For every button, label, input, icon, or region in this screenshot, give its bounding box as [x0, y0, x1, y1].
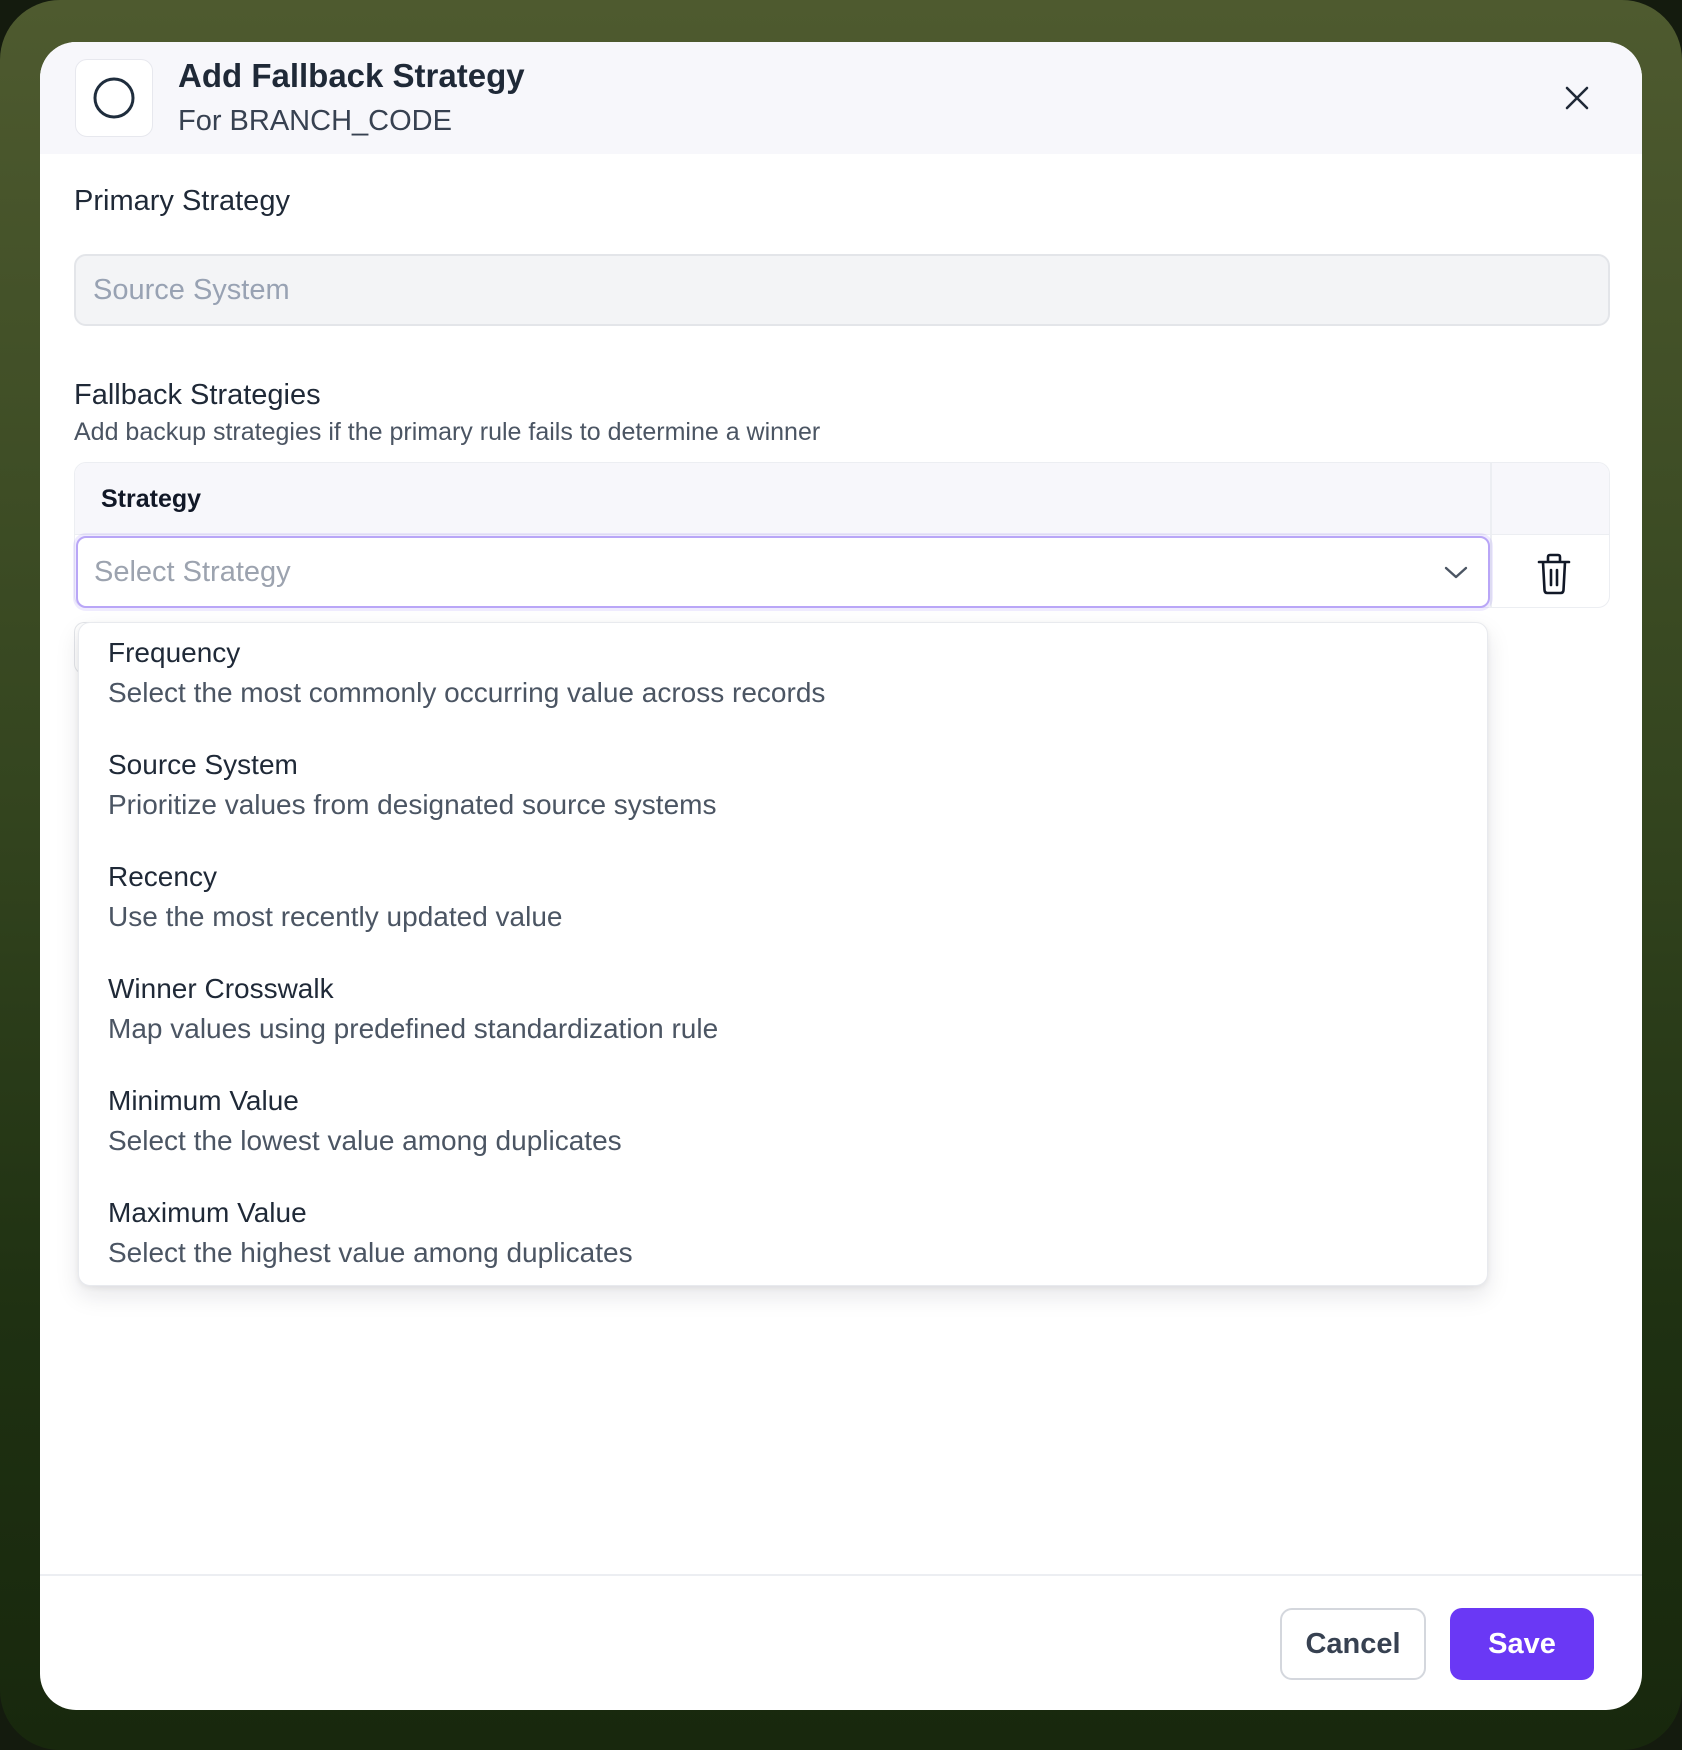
- dialog-title: Add Fallback Strategy: [178, 57, 525, 94]
- dialog-subtitle: For BRANCH_CODE: [178, 105, 452, 137]
- dropdown-option-winner-crosswalk[interactable]: Winner Crosswalk Map values using predef…: [79, 959, 1487, 1071]
- add-fallback-strategy-dialog: Add Fallback Strategy For BRANCH_CODE Pr…: [40, 42, 1642, 1710]
- primary-strategy-field: Source System: [74, 254, 1610, 326]
- table-header-row: Strategy: [75, 463, 1609, 535]
- primary-strategy-label: Primary Strategy: [74, 185, 290, 217]
- option-description: Map values using predefined standardizat…: [108, 1013, 719, 1044]
- dropdown-option-source-system[interactable]: Source System Prioritize values from des…: [79, 735, 1487, 847]
- option-description: Use the most recently updated value: [108, 901, 563, 932]
- table-column-divider: [1490, 463, 1492, 607]
- circle-icon: [93, 77, 135, 119]
- trash-icon: [1537, 553, 1571, 595]
- column-header-strategy: Strategy: [101, 485, 202, 513]
- delete-row-button[interactable]: [1534, 552, 1574, 596]
- fallback-helper-text: Add backup strategies if the primary rul…: [74, 418, 821, 446]
- option-title: Maximum Value: [108, 1197, 307, 1228]
- dropdown-option-frequency[interactable]: Frequency Select the most commonly occur…: [79, 623, 1487, 735]
- strategy-select[interactable]: Select Strategy: [76, 536, 1490, 608]
- footer-divider: [40, 1574, 1642, 1576]
- option-description: Select the lowest value among duplicates: [108, 1125, 622, 1156]
- save-button[interactable]: Save: [1450, 1608, 1594, 1680]
- primary-strategy-value: Source System: [93, 273, 290, 306]
- fallback-strategies-label: Fallback Strategies: [74, 379, 321, 411]
- option-title: Source System: [108, 749, 298, 780]
- option-description: Prioritize values from designated source…: [108, 789, 717, 820]
- dialog-header: Add Fallback Strategy For BRANCH_CODE: [40, 42, 1642, 154]
- dropdown-option-recency[interactable]: Recency Use the most recently updated va…: [79, 847, 1487, 959]
- close-button[interactable]: [1558, 79, 1596, 117]
- option-title: Recency: [108, 861, 217, 892]
- dropdown-option-minimum-value[interactable]: Minimum Value Select the lowest value am…: [79, 1071, 1487, 1183]
- strategy-dropdown-menu: Frequency Select the most commonly occur…: [78, 622, 1488, 1286]
- strategy-select-placeholder: Select Strategy: [94, 556, 291, 588]
- header-icon-container: [75, 59, 153, 137]
- option-description: Select the most commonly occurring value…: [108, 677, 826, 708]
- option-title: Winner Crosswalk: [108, 973, 334, 1004]
- cancel-button[interactable]: Cancel: [1280, 1608, 1426, 1680]
- dropdown-option-maximum-value[interactable]: Maximum Value Select the highest value a…: [79, 1183, 1487, 1285]
- option-description: Select the highest value among duplicate…: [108, 1237, 633, 1268]
- option-title: Frequency: [108, 637, 241, 668]
- chevron-down-icon[interactable]: [1442, 560, 1470, 584]
- option-title: Minimum Value: [108, 1085, 299, 1116]
- close-icon: [1565, 86, 1589, 110]
